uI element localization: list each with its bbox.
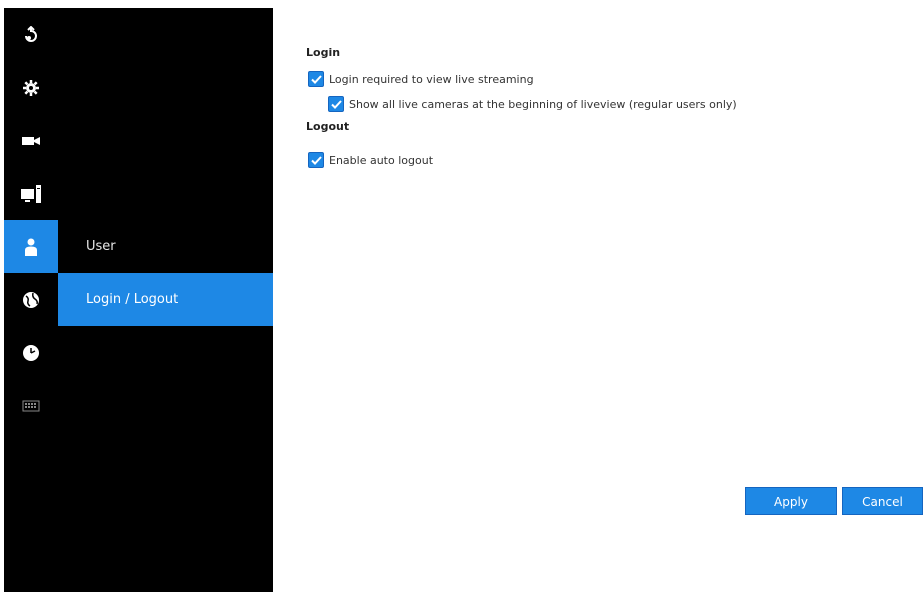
apply-button[interactable]: Apply: [745, 487, 837, 515]
checkmark-icon: [330, 99, 342, 109]
cancel-button[interactable]: Cancel: [842, 487, 923, 515]
icon-rail: [4, 8, 58, 592]
rail-item-time[interactable]: [4, 326, 58, 379]
gear-icon: [22, 79, 40, 97]
camera-icon: [21, 134, 41, 148]
app-window: User Login / Logout Login Login required…: [0, 0, 923, 592]
computer-icon: [20, 184, 42, 204]
rail-item-settings[interactable]: [4, 61, 58, 114]
auto-logout-checkbox[interactable]: [308, 152, 324, 168]
rail-item-back[interactable]: [4, 8, 58, 61]
rail-item-network[interactable]: [4, 273, 58, 326]
show-all-cameras-checkbox[interactable]: [328, 96, 344, 112]
checkmark-icon: [310, 74, 322, 84]
auto-logout-label: Enable auto logout: [329, 153, 434, 167]
show-all-cameras-label: Show all live cameras at the beginning o…: [349, 97, 737, 111]
user-icon: [23, 237, 39, 257]
rail-item-system[interactable]: [4, 167, 58, 220]
content-panel: Login Login required to view live stream…: [273, 8, 923, 592]
require-login-checkbox[interactable]: [308, 71, 324, 87]
checkmark-icon: [310, 155, 322, 165]
auto-logout-row: Enable auto logout: [308, 152, 433, 168]
show-all-cameras-row: Show all live cameras at the beginning o…: [328, 96, 737, 112]
submenu-item-user[interactable]: User: [58, 220, 273, 273]
login-section-title: Login: [306, 46, 341, 59]
network-icon: [21, 290, 41, 310]
require-login-label: Login required to view live streaming: [329, 72, 534, 86]
rail-item-user[interactable]: [4, 220, 58, 273]
clock-icon: [21, 343, 41, 363]
submenu-item-login-logout[interactable]: Login / Logout: [58, 273, 273, 326]
back-icon: [22, 25, 40, 44]
rail-item-keyboard[interactable]: [4, 379, 58, 432]
rail-item-camera[interactable]: [4, 114, 58, 167]
require-login-row: Login required to view live streaming: [308, 71, 534, 87]
submenu: User Login / Logout: [58, 8, 273, 592]
keyboard-icon: [22, 400, 40, 412]
logout-section-title: Logout: [306, 120, 350, 133]
